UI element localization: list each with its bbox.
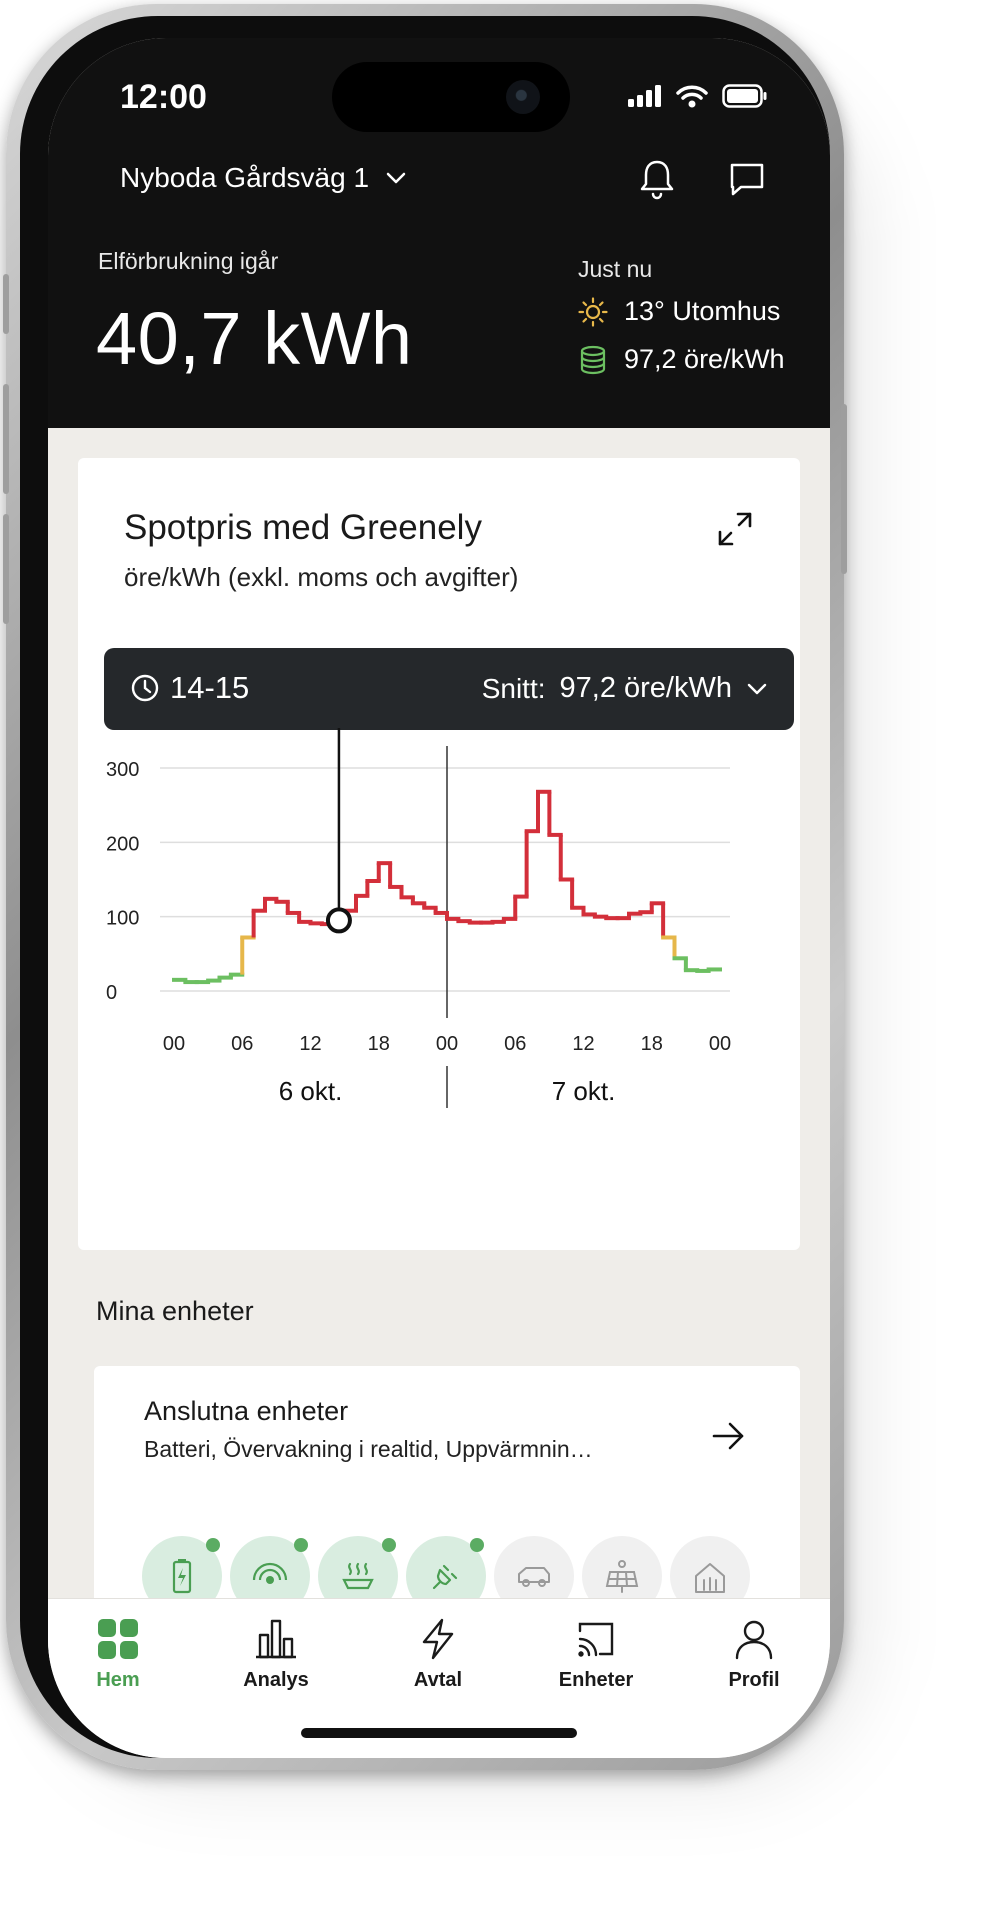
day-label-1: 6 okt. (279, 1076, 343, 1106)
x-tick-label: 06 (504, 1033, 526, 1055)
chat-icon[interactable] (724, 156, 770, 202)
day-label-2: 7 okt. (552, 1076, 616, 1106)
heating-icon (342, 1562, 374, 1590)
x-tick-label: 00 (436, 1033, 458, 1055)
devices-card-subtitle: Batteri, Övervakning i realtid, Uppvärmn… (144, 1436, 593, 1462)
clock-icon (131, 674, 159, 702)
grid-icon (98, 1619, 138, 1659)
card-title: Spotpris med Greenely (124, 508, 482, 547)
tooltip-hour-label: 14-15 (170, 670, 250, 705)
cellular-signal-icon (628, 85, 661, 107)
x-tick-label: 12 (572, 1033, 594, 1055)
power-button (841, 404, 847, 574)
arrow-right-icon[interactable] (708, 1416, 748, 1456)
x-tick-label: 06 (231, 1033, 253, 1055)
connected-dot (382, 1538, 396, 1552)
action-button (3, 274, 9, 334)
y-tick-label: 200 (106, 833, 139, 855)
price-tooltip[interactable]: 14-15 Snitt: 97,2 öre/kWh (104, 648, 794, 730)
battery-icon (172, 1559, 192, 1594)
average-value: 97,2 öre/kWh (559, 672, 732, 704)
price-now-value: 97,2 öre/kWh (624, 344, 785, 374)
selected-hour-marker (325, 907, 352, 934)
consumption-label: Elförbrukning igår (98, 248, 279, 274)
connected-dot (206, 1538, 220, 1552)
connected-devices-card[interactable]: Anslutna enheter Batteri, Övervakning i … (94, 1366, 800, 1626)
bar-chart-icon (256, 1619, 296, 1659)
bell-icon[interactable] (634, 156, 680, 202)
card-subtitle: öre/kWh (exkl. moms och avgifter) (124, 562, 519, 592)
ev-charger-icon (432, 1564, 458, 1590)
tab-home[interactable]: Hem (48, 1617, 188, 1692)
x-tick-label: 12 (299, 1033, 321, 1055)
x-tick-label: 18 (368, 1033, 390, 1055)
devices-card-title: Anslutna enheter (144, 1396, 349, 1426)
connected-dot (470, 1538, 484, 1552)
consumption-value: 40,7 kWh (96, 297, 413, 380)
phone-bezel: 12:00 Nyboda Gårdsväg 1 Elförbrukning ig… (20, 16, 830, 1758)
chevron-down-icon (747, 683, 767, 694)
tooltip-hour: 14-15 (130, 670, 249, 706)
expand-icon[interactable] (714, 508, 756, 550)
tab-profile[interactable]: Profil (684, 1617, 824, 1692)
tab-contract-label: Avtal (413, 1669, 463, 1691)
average-label: Snitt: (481, 672, 546, 704)
tab-devices[interactable]: Enheter (526, 1617, 666, 1692)
price-row: 97,2 öre/kWh (578, 344, 785, 375)
connected-dot (294, 1538, 308, 1552)
status-icons (628, 84, 768, 108)
lightning-icon (422, 1618, 454, 1660)
sun-icon (578, 296, 608, 327)
devices-section-title: Mina enheter (96, 1296, 254, 1326)
home-indicator (301, 1728, 577, 1738)
temperature-row: 13° Utomhus (578, 296, 780, 327)
x-tick-label: 00 (709, 1033, 731, 1055)
y-tick-label: 100 (106, 908, 139, 930)
user-icon (735, 1620, 773, 1660)
spot-price-chart[interactable]: 0 100 200 300 00 06 12 18 00 06 12 18 00 6 okt. 7 okt. (78, 728, 800, 1228)
front-camera (506, 80, 540, 114)
y-tick-label: 300 (106, 759, 139, 781)
volume-down-button (3, 514, 9, 624)
car-icon (518, 1567, 550, 1587)
address-selector[interactable]: Nyboda Gårdsväg 1 (120, 162, 407, 194)
temperature-value: 13° Utomhus (624, 296, 781, 326)
tab-contract[interactable]: Avtal (368, 1617, 508, 1692)
coins-icon (580, 345, 606, 374)
status-time: 12:00 (120, 78, 207, 116)
tab-analysis-label: Analys (243, 1669, 309, 1691)
phone-screen: 12:00 Nyboda Gårdsväg 1 Elförbrukning ig… (48, 38, 830, 1758)
house-heatpump-icon (695, 1563, 725, 1593)
volume-up-button (3, 384, 9, 494)
tab-profile-label: Profil (728, 1669, 780, 1691)
x-tick-label: 18 (641, 1033, 663, 1055)
monitor-icon (252, 1562, 288, 1584)
spot-price-card: Spotpris med Greenely öre/kWh (exkl. mom… (78, 458, 800, 1250)
average-price[interactable]: Snitt: 97,2 öre/kWh (482, 672, 768, 705)
battery-status-icon (722, 84, 767, 108)
chevron-down-icon (386, 172, 406, 184)
phone-frame: 12:00 Nyboda Gårdsväg 1 Elförbrukning ig… (3, 4, 847, 1770)
solar-panel-icon (605, 1560, 639, 1593)
tab-devices-label: Enheter (558, 1669, 634, 1691)
tab-analysis[interactable]: Analys (206, 1617, 346, 1692)
address-label: Nyboda Gårdsväg 1 (120, 162, 370, 193)
tab-home-label: Hem (96, 1669, 140, 1691)
wifi-icon (676, 85, 708, 108)
now-label: Just nu (578, 256, 653, 282)
cast-icon (578, 1622, 614, 1657)
x-tick-label: 00 (163, 1033, 185, 1055)
y-tick-label: 0 (106, 982, 117, 1004)
